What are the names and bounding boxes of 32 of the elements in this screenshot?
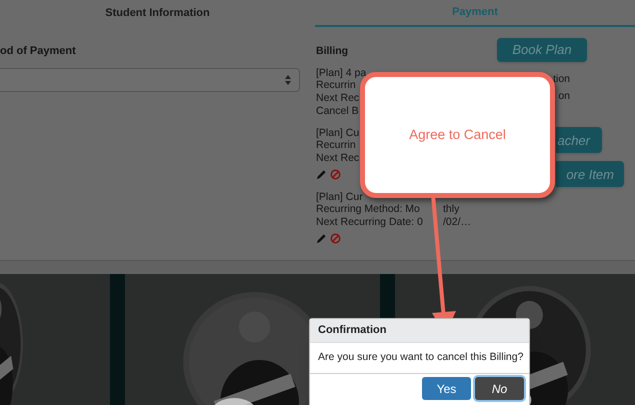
billing-text: Cancel B <box>316 104 359 118</box>
billing-text: Next Rec <box>316 152 360 165</box>
dialog-message: Are you sure you want to cancel this Billing? <box>318 350 524 366</box>
billing-text: Recurrin <box>316 139 356 152</box>
dialog-title: Confirmation <box>318 323 386 338</box>
billing-text: tion <box>553 73 570 86</box>
billing-text: [Plan] Cu <box>316 126 360 140</box>
tab[interactable]: Student Information <box>0 0 315 27</box>
store-item-button[interactable]: ore Item <box>556 161 624 188</box>
billing-heading: Billing <box>316 45 350 58</box>
dialog-button[interactable]: No <box>475 377 524 400</box>
billing-text: [Plan] Cur <box>316 190 363 204</box>
billing-text: Next Rec <box>316 92 360 105</box>
billing-text: on <box>558 90 570 102</box>
pencil-icon[interactable] <box>316 233 327 244</box>
annotation-text: Agree to Cancel <box>409 126 506 144</box>
billing-text: Next Recurring Date: 0 <box>316 216 423 229</box>
billing-text: Recurring Method: Mo <box>316 203 420 216</box>
pencil-icon[interactable] <box>316 169 327 180</box>
field-label: od of Payment <box>0 44 77 59</box>
billing-text: /02/… <box>443 216 472 229</box>
billing-text: [Plan] 4 pa <box>316 66 366 80</box>
teacher-button[interactable]: acher <box>556 127 602 154</box>
billing-text: Recurrin <box>316 79 356 92</box>
tab[interactable]: Payment <box>315 0 635 27</box>
billing-text: thly <box>443 203 460 216</box>
payment-method-select[interactable] <box>0 68 300 92</box>
select-arrows-icon <box>285 74 291 84</box>
dialog-button[interactable]: Yes <box>422 377 471 400</box>
cancel-icon[interactable] <box>330 169 341 180</box>
book-plan-button[interactable]: Book Plan <box>497 38 587 62</box>
cancel-icon[interactable] <box>330 233 341 244</box>
